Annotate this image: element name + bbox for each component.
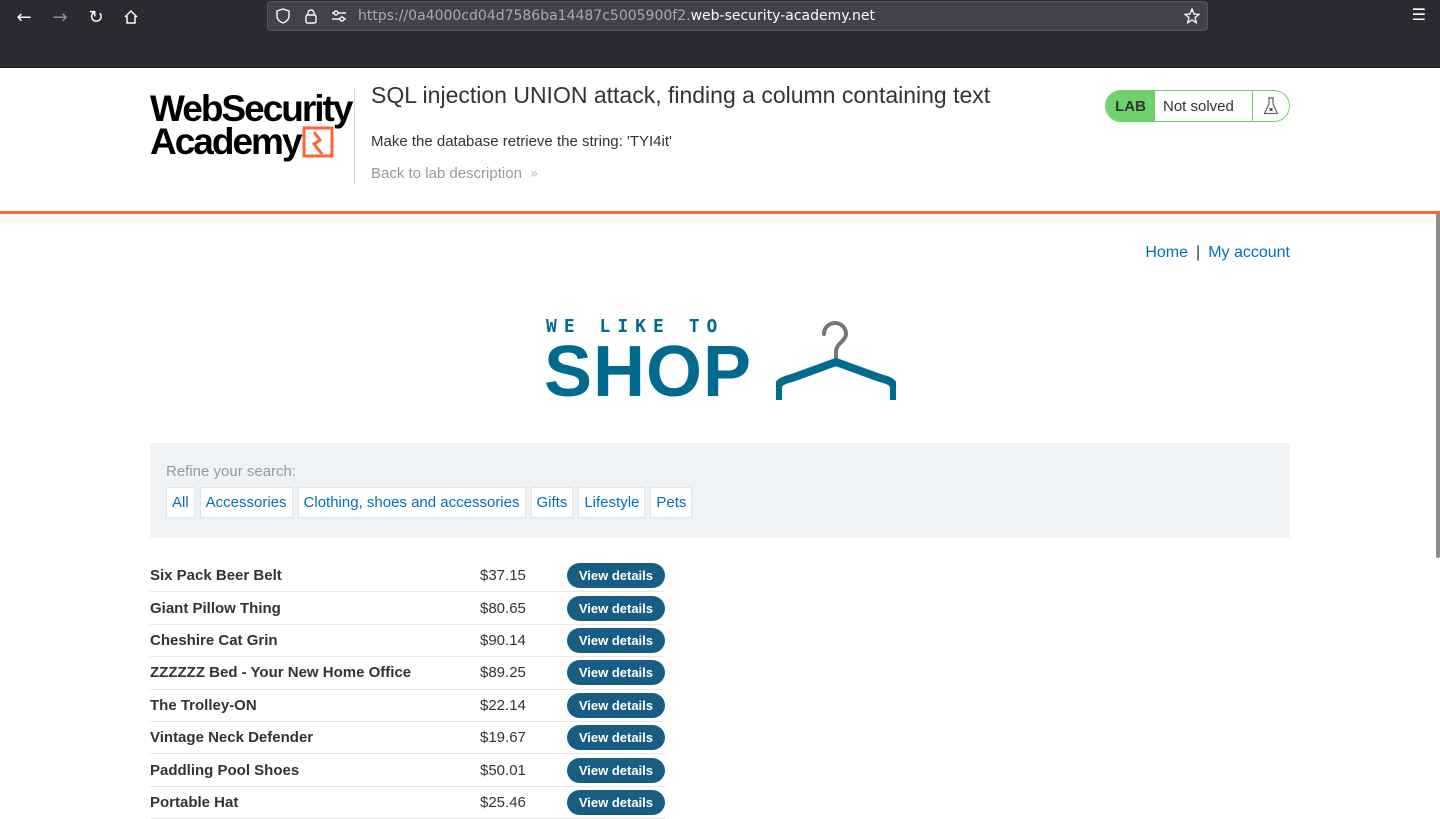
table-row: Paddling Pool Shoes $50.01 View details [150, 753, 665, 787]
reload-icon[interactable]: ↻ [82, 3, 110, 31]
lock-icon[interactable] [302, 7, 320, 25]
header-divider [354, 89, 355, 185]
table-row: Cheshire Cat Grin $90.14 View details [150, 624, 665, 658]
view-details-button[interactable]: View details [566, 627, 665, 653]
permissions-icon[interactable] [330, 7, 348, 25]
filter-accessories[interactable]: Accessories [199, 487, 293, 518]
product-name: Cheshire Cat Grin [150, 624, 480, 658]
shop-banner: WE LIKE TO SHOP [544, 314, 896, 412]
filter-clothing[interactable]: Clothing, shoes and accessories [297, 487, 526, 518]
home-icon[interactable] [117, 3, 145, 31]
top-nav: Home | My account [1145, 244, 1290, 262]
forward-arrow-icon[interactable]: → [46, 3, 74, 31]
hamburger-menu-icon[interactable]: ☰ [1412, 5, 1426, 24]
product-price: $89.25 [480, 656, 540, 690]
lab-status-widget: LAB Not solved [1105, 90, 1290, 122]
table-row: Portable Hat $25.46 View details [150, 786, 665, 819]
lab-status-tag: LAB [1106, 91, 1155, 121]
product-name: Six Pack Beer Belt [150, 560, 480, 593]
nav-separator: | [1196, 244, 1201, 261]
academy-lab-header: WebSecurity Academy SQL injection UNION … [0, 68, 1440, 214]
flask-icon [1253, 91, 1289, 121]
product-name: Portable Hat [150, 786, 480, 819]
category-filter-list: All Accessories Clothing, shoes and acce… [166, 487, 693, 518]
filter-gifts[interactable]: Gifts [530, 487, 574, 518]
product-price: $25.46 [480, 786, 540, 819]
product-price: $80.65 [480, 591, 540, 625]
product-name: ZZZZZZ Bed - Your New Home Office [150, 656, 480, 690]
lab-status-text: Not solved [1155, 91, 1253, 121]
lab-title: SQL injection UNION attack, finding a co… [371, 82, 991, 108]
home-link[interactable]: Home [1145, 244, 1188, 261]
product-price: $19.67 [480, 721, 540, 755]
view-details-button[interactable]: View details [566, 692, 665, 718]
product-price: $22.14 [480, 689, 540, 722]
product-name: Giant Pillow Thing [150, 591, 480, 625]
back-link-label: Back to lab description [371, 165, 522, 182]
double-chevron-right-icon: » [529, 166, 539, 182]
view-details-button[interactable]: View details [566, 725, 665, 751]
product-table: Six Pack Beer Belt $37.15 View details G… [150, 560, 665, 819]
logo-bolt-icon [302, 126, 334, 158]
product-price: $50.01 [480, 753, 540, 787]
table-row: Giant Pillow Thing $80.65 View details [150, 591, 665, 625]
product-price: $37.15 [480, 560, 540, 593]
filter-label: Refine your search: [166, 463, 297, 480]
url-bar[interactable]: https://0a4000cd04d7586ba14487c5005900f2… [267, 1, 1208, 31]
my-account-link[interactable]: My account [1208, 244, 1290, 261]
lab-goal: Make the database retrieve the string: '… [371, 133, 672, 150]
view-details-button[interactable]: View details [566, 789, 665, 815]
search-filter-panel: Refine your search: All Accessories Clot… [150, 443, 1290, 538]
product-name: Vintage Neck Defender [150, 721, 480, 755]
back-arrow-icon[interactable]: ← [10, 3, 38, 31]
filter-pets[interactable]: Pets [650, 487, 693, 518]
table-row: The Trolley-ON $22.14 View details [150, 689, 665, 722]
banner-title: SHOP [544, 332, 753, 412]
filter-all[interactable]: All [166, 487, 195, 518]
view-details-button[interactable]: View details [566, 595, 665, 621]
url-text[interactable]: https://0a4000cd04d7586ba14487c5005900f2… [358, 8, 875, 24]
view-details-button[interactable]: View details [566, 757, 665, 783]
web-security-academy-logo[interactable]: WebSecurity Academy [150, 90, 354, 160]
view-details-button[interactable]: View details [566, 660, 665, 686]
table-row: Six Pack Beer Belt $37.15 View details [150, 560, 665, 593]
star-icon[interactable] [1183, 7, 1201, 25]
product-name: The Trolley-ON [150, 689, 480, 722]
back-to-lab-description-link[interactable]: Back to lab description » [371, 165, 539, 182]
view-details-button[interactable]: View details [566, 563, 665, 589]
url-prefix: https://0a4000cd04d7586ba14487c5005900f2… [358, 8, 691, 24]
shield-icon[interactable] [274, 7, 292, 25]
filter-lifestyle[interactable]: Lifestyle [578, 487, 646, 518]
url-host: web-security-academy.net [690, 8, 875, 24]
table-row: Vintage Neck Defender $19.67 View detail… [150, 721, 665, 755]
table-row: ZZZZZZ Bed - Your New Home Office $89.25… [150, 656, 665, 690]
logo-line-2: Academy [150, 121, 303, 162]
product-name: Paddling Pool Shoes [150, 753, 480, 787]
browser-toolbar: ← → ↻ https://0a4000cd04d7586ba14487c500… [0, 0, 1440, 68]
product-price: $90.14 [480, 624, 540, 658]
coat-hanger-icon [776, 321, 896, 400]
